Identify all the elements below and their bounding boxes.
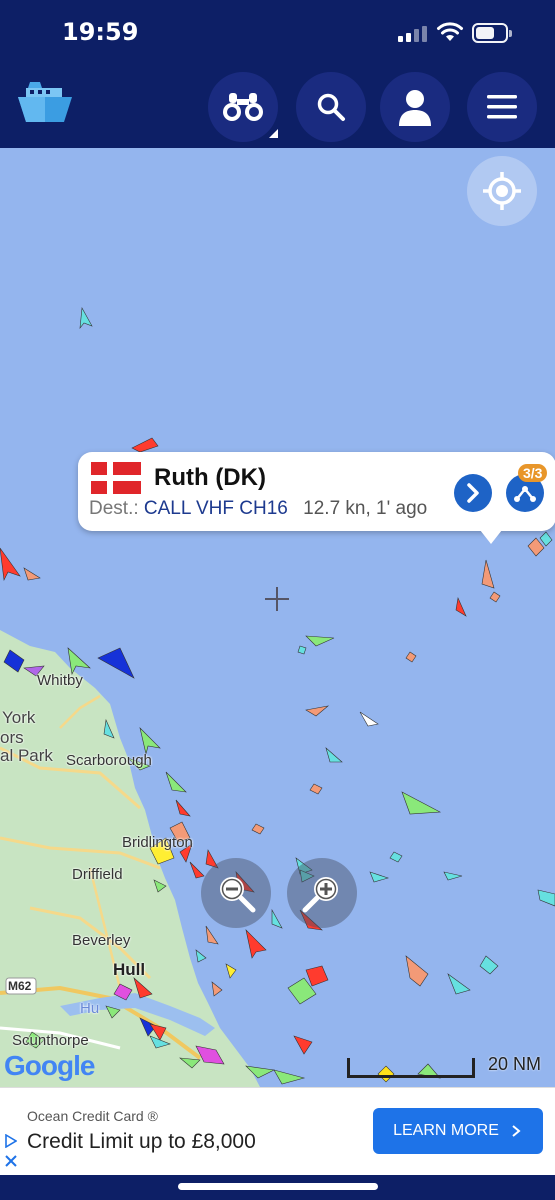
ad-headline[interactable]: Credit Limit up to £8,000 xyxy=(27,1130,256,1154)
user-icon xyxy=(399,90,431,126)
vessel-count-badge: 3/3 xyxy=(518,464,548,482)
dropdown-corner-icon xyxy=(269,129,278,138)
binoculars-icon xyxy=(223,93,263,121)
ad-banner[interactable]: Ocean Credit Card ® Credit Limit up to £… xyxy=(0,1087,555,1175)
menu-button[interactable] xyxy=(467,72,537,142)
binoculars-button[interactable] xyxy=(208,72,278,142)
speed-time: 12.7 kn, 1' ago xyxy=(303,498,428,519)
google-logo: Google xyxy=(4,1050,95,1081)
chevron-right-icon xyxy=(467,483,479,503)
cell-signal-icon xyxy=(398,26,428,42)
destination-value[interactable]: CALL VHF CH16 xyxy=(144,498,288,519)
chevron-right-icon xyxy=(512,1125,521,1137)
my-location-button[interactable] xyxy=(467,156,537,226)
vessel-map[interactable]: Whitby York ors al Park Scarborough Brid… xyxy=(0,148,555,1087)
locate-icon xyxy=(483,172,521,210)
scale-bar xyxy=(347,1058,475,1078)
ad-choices-icon[interactable] xyxy=(5,1134,17,1148)
scale-label: 20 NM xyxy=(488,1054,542,1074)
learn-more-label: LEARN MORE xyxy=(393,1122,499,1139)
region-label: ors xyxy=(0,728,24,747)
town-label: Bridlington xyxy=(122,834,193,851)
town-label: Scarborough xyxy=(66,752,152,769)
region-label: al Park xyxy=(0,746,53,765)
town-label: Hull xyxy=(113,960,146,979)
town-label: Scunthorpe xyxy=(12,1032,89,1049)
popup-pointer xyxy=(480,530,502,544)
town-label: Driffield xyxy=(72,866,123,883)
account-button[interactable] xyxy=(380,72,450,142)
route-icon xyxy=(514,486,536,502)
coastline-land xyxy=(0,630,260,1087)
ad-brand: Ocean Credit Card ® xyxy=(27,1108,158,1124)
search-button[interactable] xyxy=(296,72,366,142)
zoom-in-button[interactable] xyxy=(287,858,357,928)
river-label: Hu xyxy=(80,1000,100,1017)
denmark-flag-icon xyxy=(91,462,141,494)
menu-icon xyxy=(487,95,517,119)
zoom-in-icon xyxy=(302,877,338,913)
google-attribution: Google xyxy=(4,1050,95,1082)
wifi-icon xyxy=(437,22,463,41)
ad-close-icon[interactable] xyxy=(4,1154,18,1168)
town-label: Whitby xyxy=(37,672,83,689)
town-label: Beverley xyxy=(72,932,131,949)
region-label: York xyxy=(2,708,36,727)
ship-logo-icon[interactable] xyxy=(16,78,74,126)
status-bar: 19:59 xyxy=(0,0,555,62)
zoom-out-button[interactable] xyxy=(201,858,271,928)
zoom-out-icon xyxy=(220,877,256,913)
vessel-name[interactable]: Ruth (DK) xyxy=(154,464,266,492)
battery-icon xyxy=(472,23,512,43)
vessel-details-button[interactable] xyxy=(454,474,492,512)
learn-more-button[interactable]: LEARN MORE xyxy=(373,1108,543,1154)
road-shield: M62 xyxy=(8,979,32,993)
destination-line: Dest.: CALL VHF CH16 12.7 kn, 1' ago xyxy=(89,498,427,520)
app-header xyxy=(0,62,555,148)
vessel-popup[interactable]: Ruth (DK) Dest.: CALL VHF CH16 12.7 kn, … xyxy=(78,452,555,531)
status-time: 19:59 xyxy=(62,18,139,46)
search-icon xyxy=(317,93,345,121)
destination-label: Dest.: xyxy=(89,498,139,519)
map-center-crosshair xyxy=(265,587,289,611)
home-indicator[interactable] xyxy=(178,1183,378,1190)
